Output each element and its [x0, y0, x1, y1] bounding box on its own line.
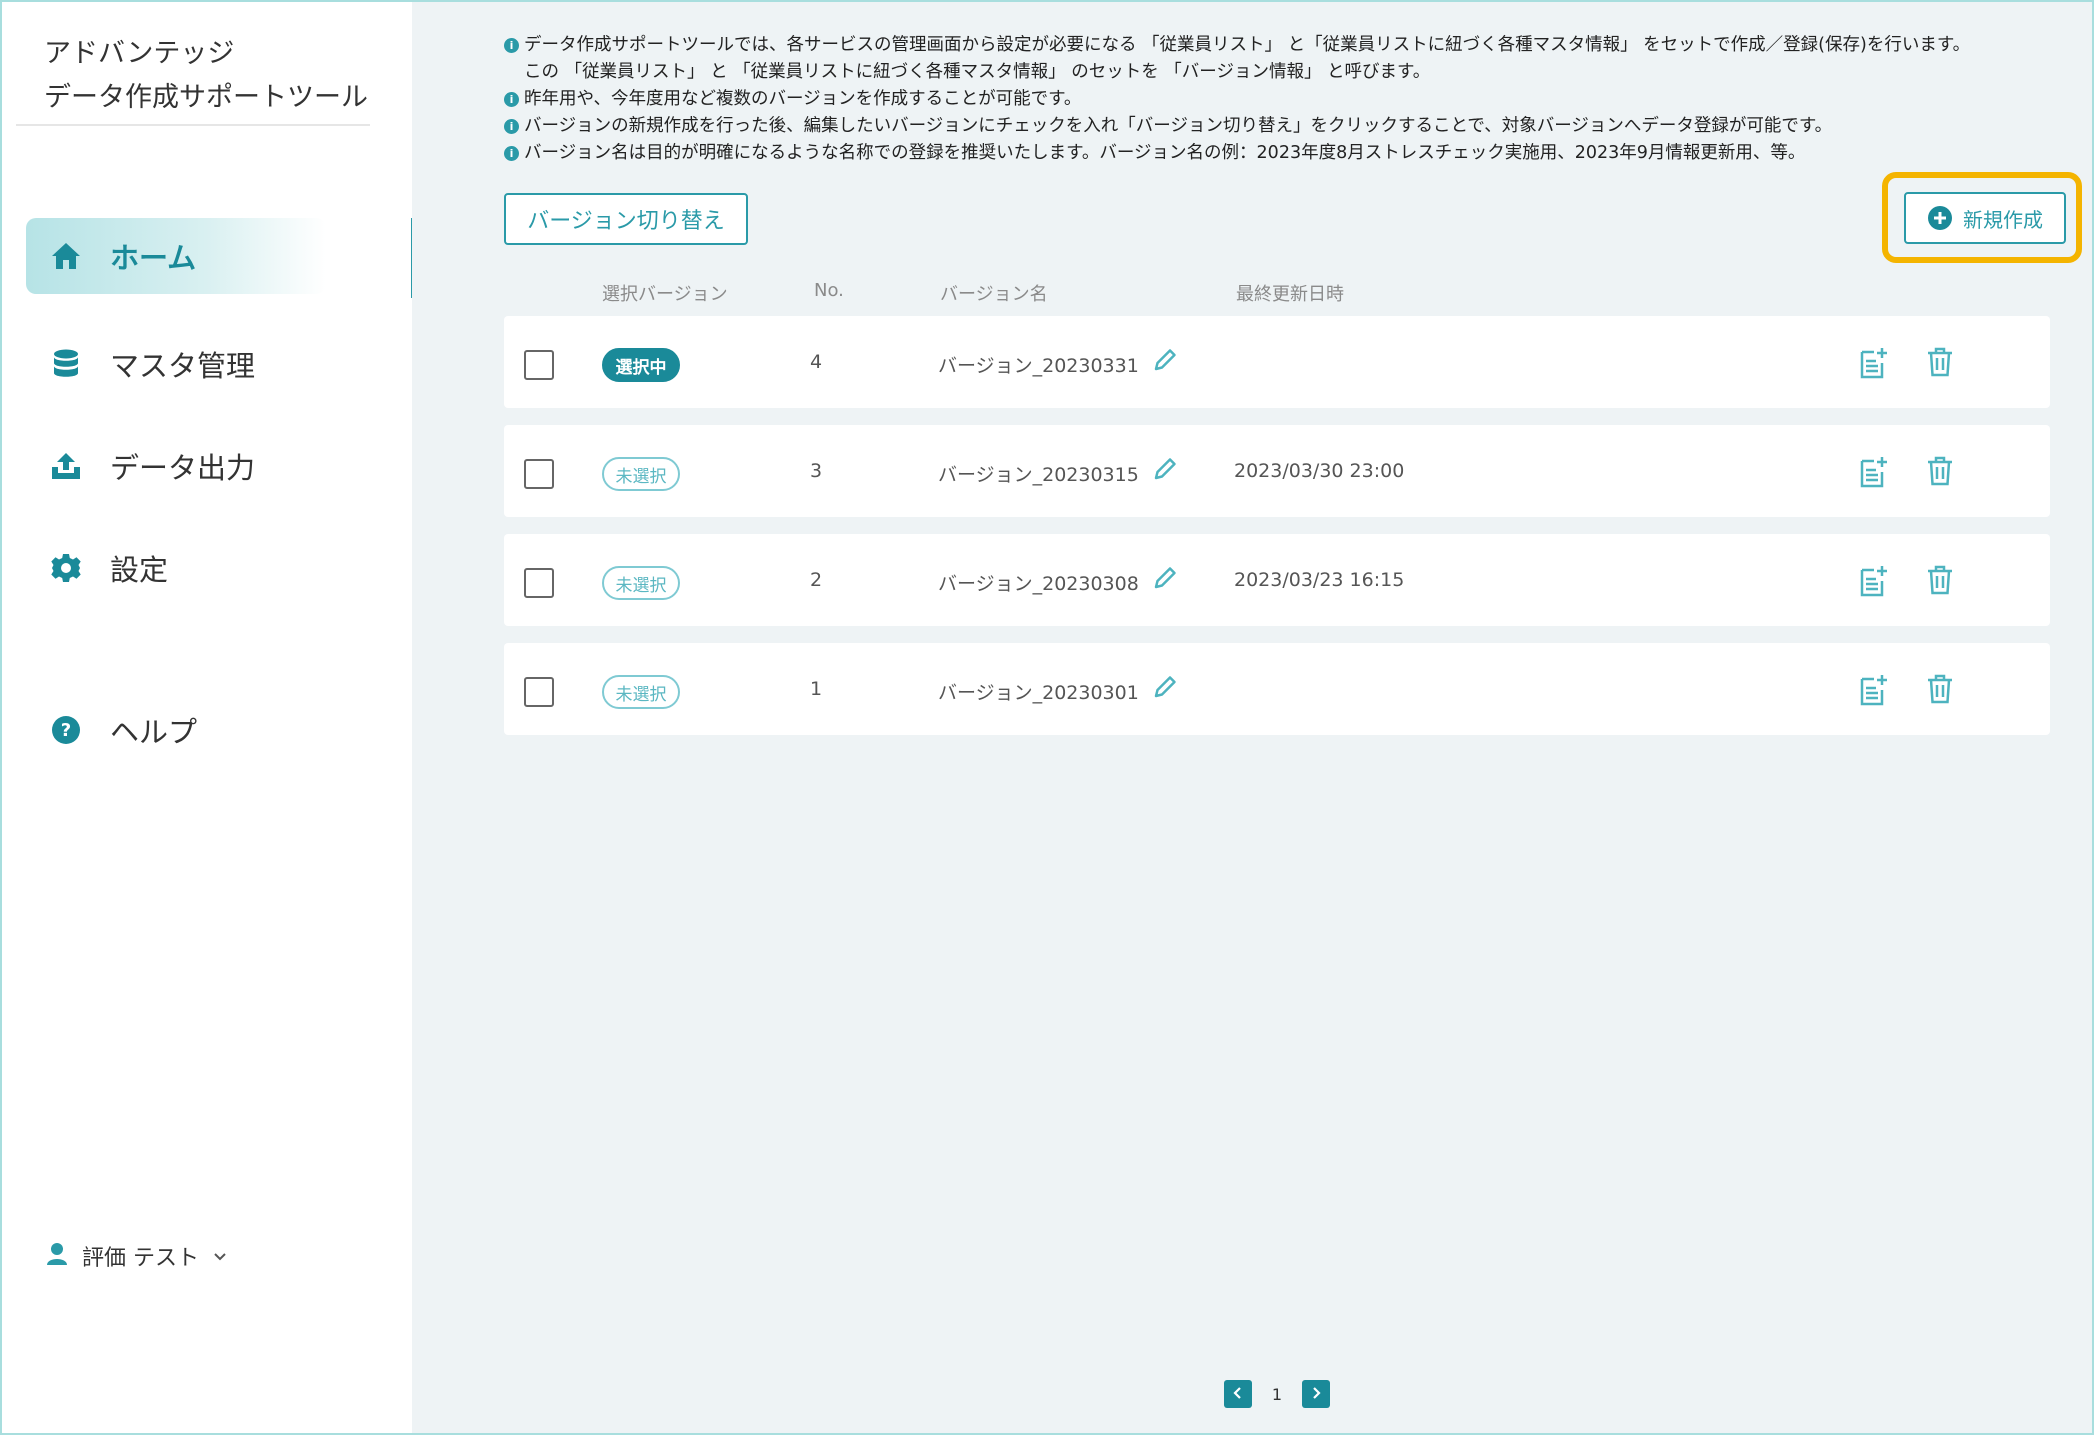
home-icon — [48, 238, 84, 274]
app-title-line2: データ作成サポートツール — [44, 82, 368, 113]
app-title: アドバンテッジ データ作成サポートツール — [44, 32, 368, 120]
switch-version-button[interactable]: バージョン切り替え — [504, 193, 748, 245]
note-line: i バージョンの新規作成を行った後、編集したいバージョンにチェックを入れ「バージョ… — [504, 113, 1970, 140]
sidebar-item-help[interactable]: ? ヘルプ — [26, 692, 326, 768]
version-name: バージョン_20230331 — [938, 355, 1139, 377]
new-version-label: 新規作成 — [1963, 207, 2043, 232]
sidebar-item-label: データ出力 — [110, 451, 256, 485]
status-badge: 未選択 — [602, 457, 680, 491]
sidebar-item-home[interactable]: ホーム — [26, 218, 326, 294]
note-line: i 昨年用や、今年度用など複数のバージョンを作成することが可能です。 — [504, 86, 1970, 113]
prev-page-button[interactable] — [1224, 1380, 1252, 1408]
sidebar-item-label: マスタ管理 — [110, 349, 256, 383]
app-title-line1: アドバンテッジ — [44, 38, 235, 69]
header-no: No. — [814, 280, 844, 301]
upload-icon — [48, 448, 84, 484]
user-menu[interactable]: 評価 テスト — [46, 1240, 227, 1272]
header-updated: 最終更新日時 — [1236, 284, 1344, 305]
updated-at: 2023/03/23 16:15 — [1234, 569, 1405, 591]
updated-at: 2023/03/30 23:00 — [1234, 460, 1405, 482]
status-badge: 未選択 — [602, 675, 680, 709]
trash-icon[interactable] — [1926, 673, 1954, 709]
user-icon — [46, 1242, 68, 1270]
pencil-icon[interactable] — [1151, 455, 1179, 487]
sidebar-item-label: 設定 — [110, 553, 169, 587]
note-line: i データ作成サポートツールでは、各サービスの管理画面から設定が必要になる 「従業… — [504, 32, 1970, 59]
note-line: i バージョン名は目的が明確になるような名称での登録を推奨いたします。バージョン名… — [504, 140, 1970, 167]
document-add-icon[interactable] — [1858, 673, 1888, 711]
database-icon — [48, 346, 84, 382]
document-add-icon[interactable] — [1858, 455, 1888, 493]
sidebar-item-label: ホーム — [110, 241, 197, 275]
chevron-right-icon — [1310, 1385, 1322, 1404]
table-row: 未選択 3 バージョン_20230315 2023/03/30 23:00 — [504, 425, 2050, 517]
version-name: バージョン_20230301 — [938, 682, 1139, 704]
note-line: この 「従業員リスト」 と 「従業員リストに紐づく各種マスタ情報」 のセットを … — [524, 62, 1431, 82]
table-row: 選択中 4 バージョン_20230331 — [504, 316, 2050, 408]
chevron-down-icon — [213, 1247, 227, 1266]
sidebar-item-export[interactable]: データ出力 — [26, 428, 326, 504]
sidebar: アドバンテッジ データ作成サポートツール ホーム マスタ管理 データ出力 設定 … — [2, 2, 412, 1433]
row-checkbox[interactable] — [524, 568, 554, 598]
status-badge: 選択中 — [602, 348, 680, 382]
row-checkbox[interactable] — [524, 677, 554, 707]
help-icon: ? — [48, 712, 84, 748]
svg-text:?: ? — [61, 720, 71, 741]
plus-circle-icon — [1927, 205, 1953, 231]
header-selected-version: 選択バージョン — [602, 284, 728, 305]
sidebar-item-settings[interactable]: 設定 — [26, 530, 326, 606]
info-icon: i — [504, 38, 519, 53]
pencil-icon[interactable] — [1151, 346, 1179, 378]
next-page-button[interactable] — [1302, 1380, 1330, 1408]
current-page[interactable]: 1 — [1252, 1385, 1302, 1404]
new-version-button[interactable]: 新規作成 — [1904, 192, 2066, 244]
main-content: i データ作成サポートツールでは、各サービスの管理画面から設定が必要になる 「従業… — [412, 2, 2092, 1433]
header-version-name: バージョン名 — [940, 284, 1048, 305]
chevron-left-icon — [1232, 1385, 1244, 1404]
title-divider — [16, 124, 370, 126]
trash-icon[interactable] — [1926, 346, 1954, 382]
row-checkbox[interactable] — [524, 350, 554, 380]
row-number: 3 — [810, 460, 823, 482]
row-number: 1 — [810, 678, 823, 700]
pencil-icon[interactable] — [1151, 564, 1179, 596]
pagination: 1 — [1224, 1380, 1330, 1408]
table-row: 未選択 1 バージョン_20230301 — [504, 643, 2050, 735]
trash-icon[interactable] — [1926, 564, 1954, 600]
row-number: 2 — [810, 569, 823, 591]
status-badge: 未選択 — [602, 566, 680, 600]
user-name: 評価 テスト — [82, 1246, 199, 1271]
gear-icon — [48, 550, 84, 586]
table-row: 未選択 2 バージョン_20230308 2023/03/23 16:15 — [504, 534, 2050, 626]
info-icon: i — [504, 146, 519, 161]
document-add-icon[interactable] — [1858, 564, 1888, 602]
info-icon: i — [504, 92, 519, 107]
pencil-icon[interactable] — [1151, 673, 1179, 705]
version-name: バージョン_20230315 — [938, 464, 1139, 486]
sidebar-item-label: ヘルプ — [110, 715, 198, 749]
document-add-icon[interactable] — [1858, 346, 1888, 384]
row-checkbox[interactable] — [524, 459, 554, 489]
trash-icon[interactable] — [1926, 455, 1954, 491]
row-number: 4 — [810, 351, 823, 373]
info-icon: i — [504, 119, 519, 134]
version-name: バージョン_20230308 — [938, 573, 1139, 595]
sidebar-item-master[interactable]: マスタ管理 — [26, 326, 326, 402]
table-header: 選択バージョン No. バージョン名 最終更新日時 — [412, 280, 2092, 310]
info-notes: i データ作成サポートツールでは、各サービスの管理画面から設定が必要になる 「従業… — [504, 32, 1970, 167]
